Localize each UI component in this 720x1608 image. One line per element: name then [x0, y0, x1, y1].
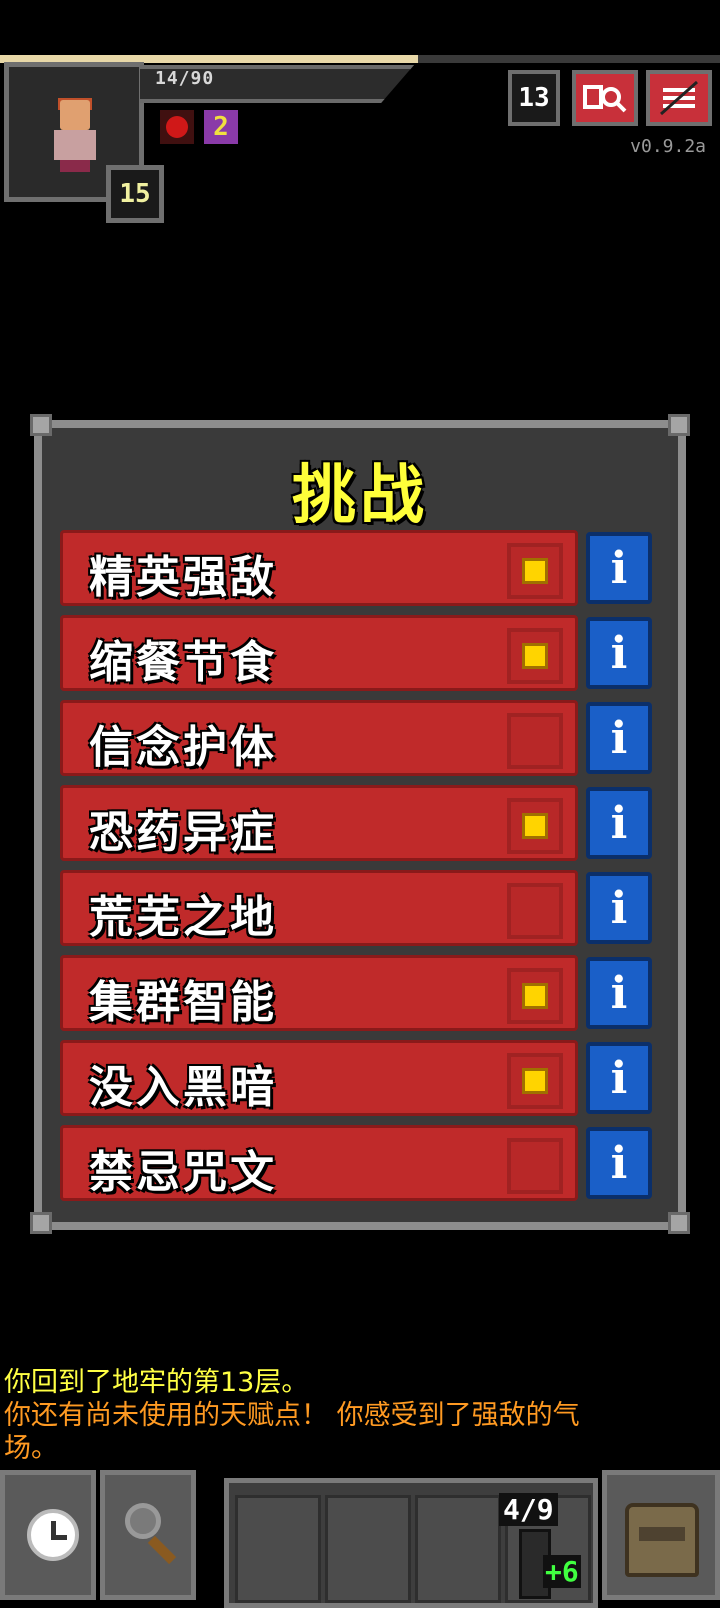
challenge-row[interactable]: 精英强敌 [60, 530, 578, 606]
challenge-checkbox[interactable] [507, 968, 563, 1024]
challenge-row[interactable]: 集群智能 [60, 955, 578, 1031]
message-log: 你回到了地牢的第13层。 你还有尚未使用的天赋点！ 你感受到了强敌的气场。 [4, 1366, 604, 1465]
challenge-row[interactable]: 荒芜之地 [60, 870, 578, 946]
checkmark-icon [522, 1068, 548, 1094]
backpack-button[interactable] [602, 1470, 720, 1600]
backpack-icon [625, 1503, 699, 1577]
panel-corner [30, 414, 52, 436]
journal-icon [583, 85, 627, 113]
challenge-label: 禁忌咒文 [89, 1147, 277, 1198]
quickslot-bar: 4/9 +6 [224, 1478, 598, 1608]
challenge-label: 缩餐节食 [89, 637, 277, 688]
challenge-label: 集群智能 [89, 977, 277, 1028]
info-button[interactable]: i [586, 617, 652, 689]
challenge-checkbox[interactable] [507, 628, 563, 684]
quickslot[interactable] [235, 1495, 321, 1603]
clock-icon [27, 1509, 79, 1561]
challenge-row[interactable]: 禁忌咒文 [60, 1125, 578, 1201]
challenges-title: 挑战 [292, 459, 428, 533]
hero-sprite-icon [50, 98, 102, 172]
info-button[interactable]: i [586, 957, 652, 1029]
quiver-bonus: +6 [543, 1555, 581, 1588]
menu-button[interactable] [646, 70, 712, 126]
menu-icon [660, 80, 698, 116]
log-line: 你还有尚未使用的天赋点！ 你感受到了强敌的气场。 [4, 1400, 580, 1464]
quickslot[interactable] [415, 1495, 501, 1603]
info-button[interactable]: i [586, 702, 652, 774]
hp-text: 14/90 [155, 68, 215, 89]
challenge-label: 精英强敌 [89, 552, 277, 603]
challenge-row[interactable]: 信念护体 [60, 700, 578, 776]
info-button[interactable]: i [586, 532, 652, 604]
challenge-label: 恐药异症 [89, 807, 277, 858]
challenge-label: 没入黑暗 [89, 1062, 277, 1113]
challenge-checkbox[interactable] [507, 1138, 563, 1194]
magnifier-icon [125, 1503, 161, 1539]
quiver-count: 4/9 [499, 1493, 558, 1526]
depth-indicator: 13 [508, 70, 560, 126]
challenge-row[interactable]: 缩餐节食 [60, 615, 578, 691]
checkmark-icon [522, 813, 548, 839]
info-button[interactable]: i [586, 872, 652, 944]
search-button[interactable] [100, 1470, 196, 1600]
level-2-buff-icon[interactable]: 2 [204, 110, 238, 144]
journal-button[interactable] [572, 70, 638, 126]
challenge-checkbox[interactable] [507, 1053, 563, 1109]
checkmark-icon [522, 558, 548, 584]
version-label: v0.9.2a [630, 136, 706, 157]
challenge-row[interactable]: 恐药异症 [60, 785, 578, 861]
challenge-checkbox[interactable] [507, 713, 563, 769]
wait-button[interactable] [0, 1470, 96, 1600]
challenge-label: 荒芜之地 [89, 892, 277, 943]
log-line: 你回到了地牢的第13层。 [4, 1367, 309, 1398]
checkmark-icon [522, 983, 548, 1009]
challenge-checkbox[interactable] [507, 798, 563, 854]
info-button[interactable]: i [586, 1127, 652, 1199]
challenge-checkbox[interactable] [507, 543, 563, 599]
panel-corner [668, 414, 690, 436]
challenge-row[interactable]: 没入黑暗 [60, 1040, 578, 1116]
info-button[interactable]: i [586, 787, 652, 859]
checkmark-icon [522, 643, 548, 669]
panel-corner [668, 1212, 690, 1234]
info-button[interactable]: i [586, 1042, 652, 1114]
quickslot[interactable] [325, 1495, 411, 1603]
challenge-checkbox[interactable] [507, 883, 563, 939]
challenge-label: 信念护体 [89, 722, 277, 773]
bleeding-icon[interactable] [160, 110, 194, 144]
hero-level-badge: 15 [106, 165, 164, 223]
panel-corner [30, 1212, 52, 1234]
